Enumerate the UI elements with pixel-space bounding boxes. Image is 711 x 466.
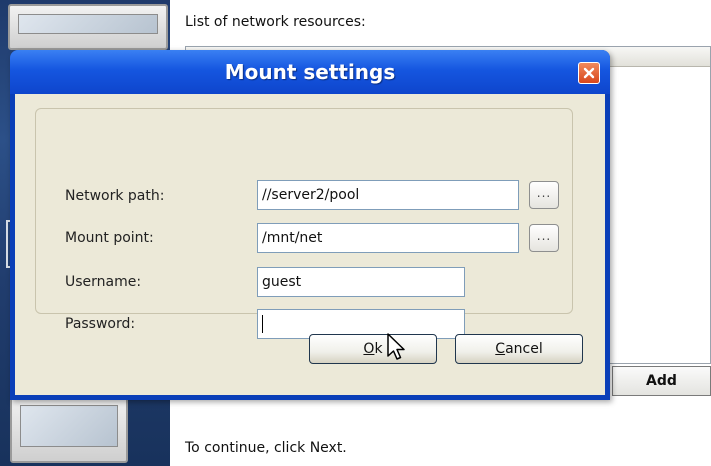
- dialog-body: Network path: //server2/pool ... Mount p…: [15, 94, 605, 395]
- mount-point-label: Mount point:: [65, 230, 154, 246]
- username-field[interactable]: guest: [257, 267, 465, 297]
- username-label: Username:: [65, 274, 142, 290]
- cancel-button-mnemonic: C: [495, 341, 506, 357]
- dialog-titlebar[interactable]: Mount settings: [10, 50, 610, 94]
- close-button[interactable]: [578, 62, 600, 84]
- cancel-button-label: ancel: [505, 341, 543, 357]
- browse-network-path-button[interactable]: ...: [529, 181, 559, 209]
- password-label: Password:: [65, 316, 136, 332]
- add-button[interactable]: Add: [612, 366, 711, 396]
- network-path-field[interactable]: //server2/pool: [257, 180, 519, 210]
- network-path-label: Network path:: [65, 188, 165, 204]
- mount-point-field[interactable]: /mnt/net: [257, 223, 519, 253]
- mount-settings-dialog: Mount settings Network path: //server2/p…: [10, 50, 610, 400]
- dialog-title: Mount settings: [224, 60, 396, 84]
- continue-instructions: To continue, click Next.: [185, 440, 347, 456]
- browse-mount-point-button[interactable]: ...: [529, 224, 559, 252]
- network-resources-heading: List of network resources:: [185, 14, 366, 30]
- ok-button-label: k: [374, 341, 383, 357]
- monitor-illustration: [10, 395, 128, 463]
- ok-button[interactable]: Ok: [309, 334, 437, 364]
- cancel-button[interactable]: Cancel: [455, 334, 583, 364]
- close-icon: [583, 67, 595, 79]
- mouse-pointer-icon: [387, 333, 405, 360]
- ok-button-mnemonic: O: [363, 341, 375, 357]
- monitor-illustration: [8, 4, 168, 50]
